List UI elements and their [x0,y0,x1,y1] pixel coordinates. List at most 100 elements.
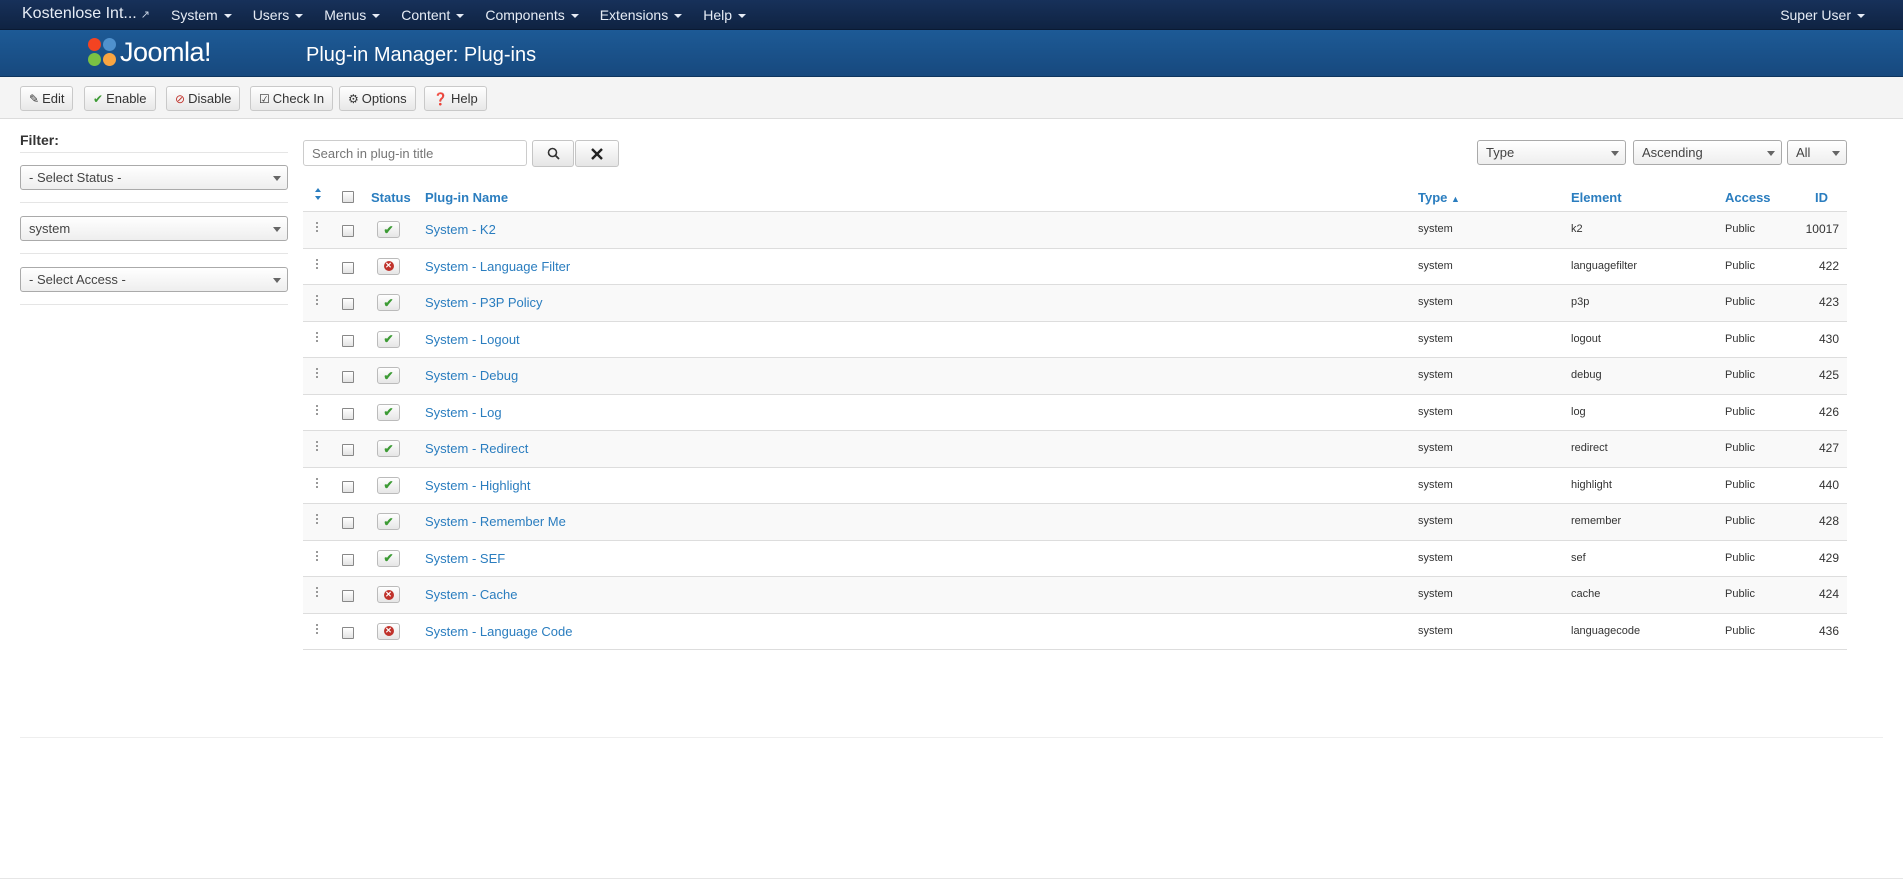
limit-select[interactable]: All [1787,140,1847,165]
options-button[interactable]: ⚙ Options [339,86,416,111]
status-toggle[interactable]: ✕ [377,586,400,603]
row-checkbox[interactable] [342,590,354,602]
row-checkbox[interactable] [342,371,354,383]
sort-field-select[interactable]: Type [1477,140,1626,165]
button-label: Disable [188,91,232,106]
plugin-name-link[interactable]: System - Log [425,405,502,420]
enable-button[interactable]: ✔ Enable [84,86,156,111]
element-cell: p3p [1571,296,1590,308]
header-id[interactable]: ID [1815,190,1828,205]
status-toggle[interactable]: ✔ [377,294,400,311]
header-access[interactable]: Access [1725,190,1771,205]
table-row: ✔ System - Debug system debug Public 425 [303,358,1847,395]
row-checkbox[interactable] [342,334,354,347]
element-cell: languagecode [1571,624,1641,637]
check-in-button[interactable]: ☑ Check In [250,86,334,111]
menu-extensions[interactable]: Extensions [589,0,692,30]
drag-handle-icon[interactable] [316,295,319,307]
menu-help[interactable]: Help [692,0,756,30]
row-checkbox[interactable] [342,517,354,529]
status-toggle[interactable]: ✔ [377,549,400,567]
header-type[interactable]: Type ▲ [1418,190,1460,205]
drag-handle-icon[interactable] [316,587,319,599]
gear-icon: ⚙ [348,92,359,106]
status-toggle[interactable]: ✔ [377,330,400,348]
type-cell: system [1418,515,1453,527]
check-icon: ✔ [383,551,394,565]
sort-order-select[interactable]: Ascending [1633,140,1782,165]
row-checkbox[interactable] [342,480,354,493]
row-checkbox[interactable] [342,553,354,566]
menu-components[interactable]: Components [474,0,588,30]
drag-handle-icon[interactable] [316,368,319,380]
user-menu[interactable]: Super User [1780,7,1865,23]
plugin-name-link[interactable]: System - Debug [425,368,518,383]
help-button[interactable]: ❓ Help [424,86,487,111]
menu-content[interactable]: Content [390,0,474,30]
status-toggle[interactable]: ✔ [377,221,400,238]
check-icon: ✔ [383,222,394,237]
header-element[interactable]: Element [1571,190,1622,205]
header-status[interactable]: Status [371,190,411,205]
drag-handle-icon[interactable] [316,404,319,417]
caret-down-icon [570,14,579,19]
folder-select[interactable]: system [20,216,288,241]
drag-handle-icon[interactable] [316,623,319,636]
drag-handle-icon[interactable] [316,331,319,344]
status-toggle[interactable]: ✔ [377,367,400,384]
id-cell: 424 [1818,587,1839,601]
row-checkbox[interactable] [342,298,354,310]
clear-button[interactable] [575,140,619,167]
select-all-checkbox[interactable] [342,191,354,203]
drag-handle-icon[interactable] [316,514,319,526]
edit-button[interactable]: ✎ Edit [20,86,74,111]
row-checkbox[interactable] [342,626,354,639]
row-checkbox[interactable] [342,444,354,456]
page-header: Joomla! Plug-in Manager: Plug-ins [0,30,1903,77]
status-toggle[interactable]: ✔ [377,403,400,421]
row-checkbox[interactable] [342,225,354,237]
check-icon: ✔ [383,295,394,310]
menu-menus[interactable]: Menus [313,0,390,30]
plugin-name-link[interactable]: System - Cache [425,587,517,602]
row-checkbox[interactable] [342,407,354,420]
drag-handle-icon[interactable] [316,477,319,490]
site-name: Kostenlose Int... [22,5,137,22]
id-cell: 436 [1818,623,1839,638]
plugin-name-link[interactable]: System - Remember Me [425,514,566,529]
plugin-name-link[interactable]: System - Highlight [425,478,530,493]
status-toggle[interactable]: ✔ [377,476,400,494]
plugin-name-link[interactable]: System - P3P Policy [425,295,543,310]
type-cell: system [1418,478,1453,491]
joomla-logo-icon [86,36,118,68]
edit-icon: ✎ [29,92,40,106]
drag-handle-icon[interactable] [316,222,319,234]
close-icon [591,147,603,160]
ordering-sort-icon[interactable] [314,187,322,204]
plugin-name-link[interactable]: System - Redirect [425,441,528,456]
drag-handle-icon[interactable] [316,441,319,453]
drag-handle-icon[interactable] [316,258,319,271]
check-icon: ✔ [93,92,104,106]
plugin-name-link[interactable]: System - Language Code [425,624,572,639]
drag-handle-icon[interactable] [316,550,319,563]
status-toggle[interactable]: ✕ [377,257,400,275]
search-button[interactable] [532,140,574,167]
plugin-name-link[interactable]: System - SEF [425,551,505,566]
status-select[interactable]: - Select Status - [20,165,288,190]
row-checkbox[interactable] [342,261,354,274]
status-toggle[interactable]: ✔ [377,440,400,457]
access-select[interactable]: - Select Access - [20,267,288,292]
menu-system[interactable]: System [160,0,242,30]
status-toggle[interactable]: ✔ [377,513,400,530]
disabled-icon: ✕ [383,626,394,636]
disable-button[interactable]: ⊘ Disable [166,86,241,111]
status-toggle[interactable]: ✕ [377,622,400,640]
menu-users[interactable]: Users [242,0,314,30]
plugin-name-link[interactable]: System - K2 [425,222,496,237]
plugin-name-link[interactable]: System - Logout [425,332,520,347]
search-input[interactable] [303,140,527,166]
header-name[interactable]: Plug-in Name [425,190,508,205]
site-link[interactable]: Kostenlose Int... ↗ [22,5,150,23]
plugin-name-link[interactable]: System - Language Filter [425,259,570,274]
